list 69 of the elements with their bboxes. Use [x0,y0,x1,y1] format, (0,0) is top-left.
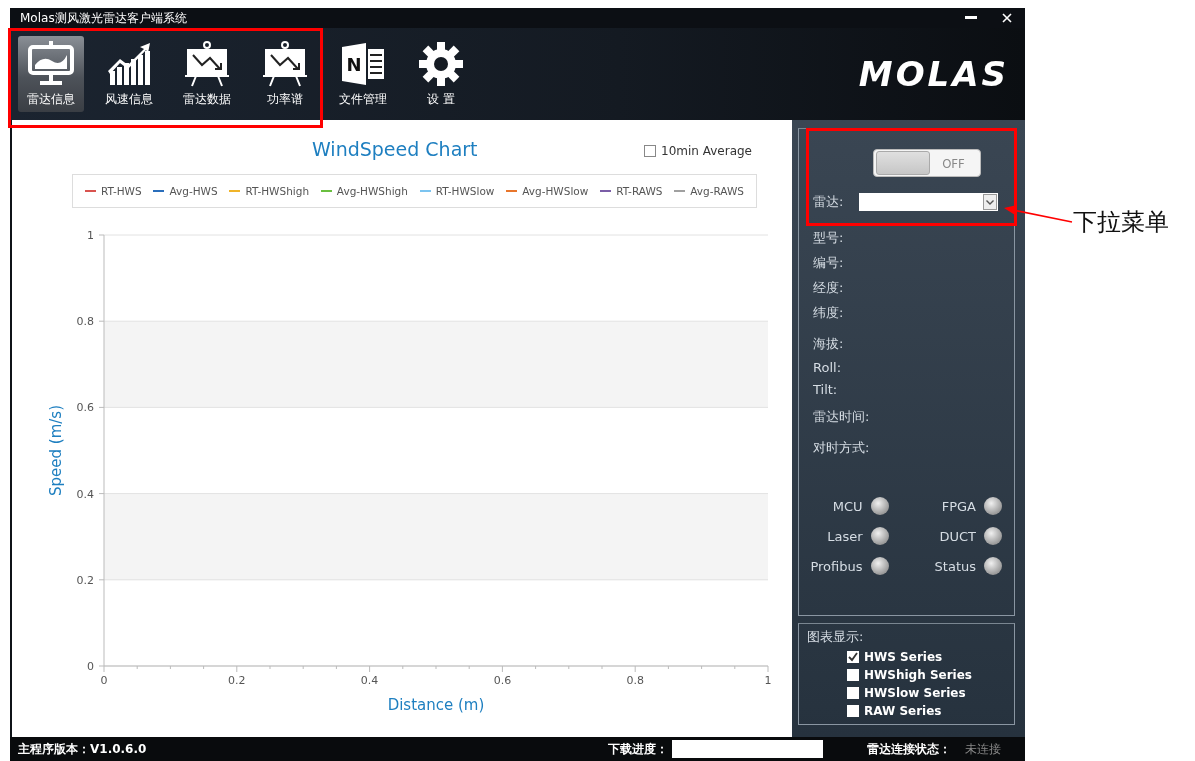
y-tick-label: 0.8 [76,315,94,329]
indicator-label: Status [934,558,976,574]
legend-item: Avg-RAWS [674,185,744,197]
gear-icon [418,41,464,87]
field-label: 对时方式: [813,439,870,457]
y-tick-label: 1 [87,229,94,242]
legend-item: Avg-HWS [153,185,218,197]
indicator-label: DUCT [939,528,976,544]
y-axis-title: Speed (m/s) [47,405,65,496]
toolbar-button[interactable]: 设 置 [408,36,474,112]
group-title: 图表显示: [807,628,865,646]
field-label: 纬度: [813,304,844,322]
indicator-label: FPGA [941,498,976,514]
connection-status: 未连接 [965,740,1002,758]
version-text: 主程序版本：V1.0.6.0 [18,740,147,758]
radar-dropdown[interactable] [859,193,999,211]
legend-item: RT-HWSlow [419,185,495,197]
pointer-arrow [1003,202,1073,224]
bar-chart-icon [106,41,152,87]
legend-item: RT-HWShigh [229,185,310,197]
legend-item: RT-RAWS [600,185,663,197]
indicator-label: Laser [827,528,863,544]
legend-item: Avg-HWSlow [506,185,589,197]
download-label: 下载进度： [608,740,669,758]
toolbar-button[interactable]: N 文件管理 [330,36,396,112]
field-label: 编号: [813,254,844,272]
toolbar-button[interactable]: 风速信息 [96,36,162,112]
easel-chart-icon [262,41,308,87]
annotation-label: 下拉菜单 [1073,207,1169,238]
connection-label: 雷达连接状态： [867,740,952,758]
average-checkbox[interactable]: 10min Average [644,144,752,158]
minimize-icon [965,16,977,20]
x-tick-label: 0.8 [626,674,644,687]
field-label: 雷达时间: [813,408,870,426]
window-title: Molas测风激光雷达客户端系统 [20,9,188,27]
field-label: 雷达: [813,193,844,211]
x-axis-title: Distance (m) [387,696,485,714]
close-icon [1002,13,1012,23]
series-checkbox[interactable]: RAW Series [847,704,1006,718]
x-tick-label: 1 [764,674,772,687]
field-label: Roll: [813,360,841,375]
legend-item: RT-HWS [84,185,142,197]
y-tick-label: 0.6 [76,401,94,415]
easel-chart-icon [184,41,230,87]
field-label: Tilt: [813,382,838,397]
field-label: 经度: [813,279,844,297]
monitor-icon [28,41,74,87]
y-tick-label: 0.2 [76,573,94,587]
check-icon [848,652,858,662]
x-tick-label: 0.6 [493,674,512,687]
chart-title: WindSpeed Chart [312,138,478,160]
x-tick-label: 0.2 [228,674,246,687]
indicator-label: Profibus [810,558,863,574]
x-tick-label: 0 [100,674,108,687]
y-tick-label: 0.4 [76,487,94,501]
series-checkbox[interactable]: HWShigh Series [847,668,1006,682]
toolbar-button[interactable]: 雷达信息 [18,36,84,112]
indicator-label: MCU [832,498,863,514]
x-tick-label: 0.4 [360,674,379,687]
field-label: 海拔: [813,335,844,353]
series-checkbox[interactable]: HWSlow Series [847,686,1006,700]
legend-item: Avg-HWShigh [320,185,408,197]
y-tick-label: 0 [87,660,94,673]
series-checkbox[interactable]: HWS Series [847,650,1006,664]
toolbar-button[interactable]: 雷达数据 [174,36,240,112]
logo: MOLAS [858,54,1009,94]
caret-icon [986,199,995,205]
field-label: 型号: [813,229,844,247]
toolbar-button[interactable]: 功率谱 [252,36,318,112]
